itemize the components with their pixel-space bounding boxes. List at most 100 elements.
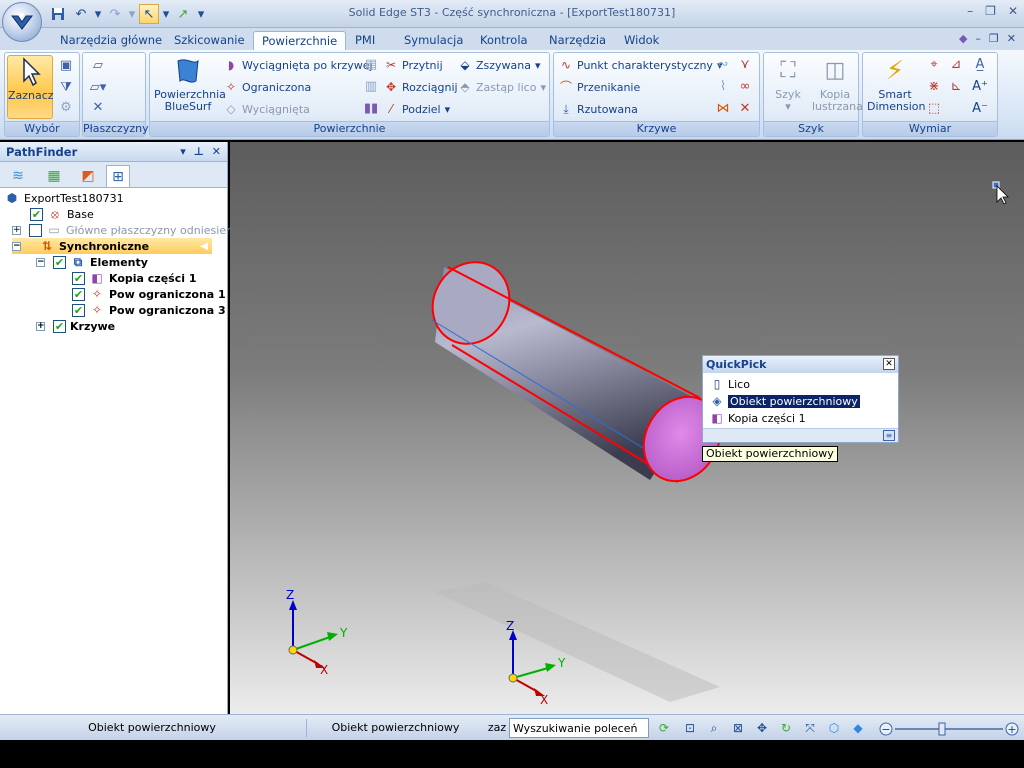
- rzutowana-button[interactable]: ⤓ Rzutowana: [559, 102, 638, 116]
- undo-icon[interactable]: ↶: [71, 4, 91, 24]
- select-options-icon[interactable]: ⚙: [57, 99, 75, 117]
- redo-dropdown-icon[interactable]: ▾: [128, 4, 136, 24]
- zoom-icon[interactable]: ⌕: [706, 720, 722, 736]
- view-orient-icon[interactable]: ⤧: [802, 720, 818, 736]
- tab-powierzchnie[interactable]: Powierzchnie: [253, 31, 347, 50]
- pan-icon[interactable]: ✥: [754, 720, 770, 736]
- tab-narzedzia-glowne[interactable]: Narzędzia główne: [52, 31, 170, 50]
- checkbox-icon[interactable]: ✔: [72, 271, 85, 285]
- tree-item-root[interactable]: ⬢ ExportTest180731: [4, 190, 124, 206]
- select-filter-icon[interactable]: ▣: [57, 57, 75, 75]
- surface-tool-icon[interactable]: ▤: [362, 56, 380, 74]
- refresh-icon[interactable]: ⟳: [656, 720, 672, 736]
- shading-icon[interactable]: ◆: [850, 720, 866, 736]
- tab-kontrola[interactable]: Kontrola: [472, 31, 536, 50]
- plane-icon[interactable]: ▱: [89, 57, 107, 75]
- ograniczona-button[interactable]: ✧ Ograniczona: [224, 80, 311, 94]
- quickpick-close-button[interactable]: ✕: [883, 358, 895, 370]
- tree-item-pow-ograniczona-1[interactable]: ✔ ✧ Pow ograniczona 1: [72, 286, 226, 302]
- close-button[interactable]: ✕: [1008, 4, 1018, 18]
- panel-menu-icon[interactable]: ▾: [180, 145, 186, 158]
- save-icon[interactable]: [48, 4, 68, 24]
- checkbox-icon[interactable]: [29, 223, 42, 237]
- checkbox-icon[interactable]: ✔: [30, 207, 43, 221]
- collapse-icon[interactable]: −: [12, 241, 21, 251]
- expand-icon[interactable]: +: [36, 321, 45, 331]
- text-tool-icon[interactable]: A̲: [971, 56, 989, 74]
- command-search-input[interactable]: [509, 718, 649, 738]
- tree-item-kopia[interactable]: ✔ ◧ Kopia części 1: [72, 270, 197, 286]
- curve-tool-2-icon[interactable]: ⋎: [736, 56, 754, 74]
- help-book-icon[interactable]: ◆: [959, 32, 967, 45]
- curve-tool-1-icon[interactable]: ∾: [714, 56, 732, 74]
- dimension-tool-4-icon[interactable]: ⊾: [947, 78, 965, 96]
- rotate-icon[interactable]: ↻: [778, 720, 794, 736]
- select-dropdown-icon[interactable]: ▾: [162, 4, 170, 24]
- curve-tool-4-icon[interactable]: ∞: [736, 78, 754, 96]
- minimize-button[interactable]: –: [967, 4, 973, 18]
- checkbox-icon[interactable]: ✔: [53, 255, 66, 269]
- undo-dropdown-icon[interactable]: ▾: [94, 4, 102, 24]
- curve-tool-6-icon[interactable]: ✕: [736, 100, 754, 118]
- quickpick-item-lico[interactable]: ▯ Lico: [709, 376, 750, 392]
- select-tool-icon[interactable]: ↖: [139, 4, 159, 24]
- tab-symulacja[interactable]: Symulacja: [396, 31, 471, 50]
- appearance-tab-icon[interactable]: ◩: [76, 165, 100, 187]
- zoom-area-icon[interactable]: ⊡: [682, 720, 698, 736]
- dimension-tool-1-icon[interactable]: ⌖: [925, 56, 943, 74]
- rozciagnij-button[interactable]: ✥ Rozciągnij: [384, 80, 458, 94]
- zoom-slider[interactable]: − +: [879, 721, 1019, 737]
- tree-tab-icon[interactable]: ⊞: [106, 165, 130, 187]
- quickpick-item-kopia[interactable]: ◧ Kopia części 1: [709, 410, 805, 426]
- kopia-lustrzana-button[interactable]: ◫ Kopia lustrzana: [812, 55, 863, 113]
- tree-item-synchroniczne[interactable]: − ⇅ Synchroniczne ◀: [12, 238, 212, 254]
- features-tab-icon[interactable]: ▦: [42, 165, 66, 187]
- tree-item-krzywe[interactable]: + ✔ Krzywe: [36, 318, 115, 334]
- dimension-tool-2-icon[interactable]: ⊿: [947, 56, 965, 74]
- text-size-increase-icon[interactable]: A⁺: [971, 78, 989, 96]
- plane-dropdown-icon[interactable]: ▱▾: [89, 79, 107, 97]
- zszywana-button[interactable]: ⬙ Zszywana ▾: [458, 58, 540, 72]
- layers-tab-icon[interactable]: ≋: [6, 165, 30, 187]
- customize-qat-icon[interactable]: ▾: [196, 4, 206, 24]
- wyciagnieta-po-krzywej-button[interactable]: ◗ Wyciągnięta po krzywej: [224, 58, 373, 72]
- curve-tool-5-icon[interactable]: ⋈: [714, 100, 732, 118]
- tree-item-pow-ograniczona-3[interactable]: ✔ ✧ Pow ograniczona 3: [72, 302, 226, 318]
- punkt-charakterystyczny-button[interactable]: ∿ Punkt charakterystyczny ▾: [559, 58, 723, 72]
- dimension-tool-3-icon[interactable]: ⋇: [925, 78, 943, 96]
- tree-item-elementy[interactable]: − ✔ ⧉ Elementy: [36, 254, 148, 270]
- dimension-tool-5-icon[interactable]: ⬚: [925, 100, 943, 118]
- tree-item-reference-planes[interactable]: + ▭ Główne płaszczyzny odniesienia: [12, 222, 243, 238]
- zaznacz-button[interactable]: Zaznacz: [7, 55, 54, 119]
- podziel-button[interactable]: ⁄ Podziel ▾: [384, 102, 450, 116]
- text-size-decrease-icon[interactable]: A⁻: [971, 100, 989, 118]
- funnel-filter-icon[interactable]: ⧩: [57, 79, 75, 97]
- surface-tool-2-icon[interactable]: ▥: [362, 78, 380, 96]
- graphics-viewport[interactable]: Z Y X Z Y X: [230, 142, 1024, 714]
- surface-tool-3-icon[interactable]: ▮▮: [362, 100, 380, 118]
- smart-dimension-button[interactable]: ⚡ Smart Dimension: [867, 55, 925, 113]
- view-cube-icon[interactable]: ⬡: [826, 720, 842, 736]
- quickpick-options-icon[interactable]: ≡: [883, 430, 895, 441]
- open-icon[interactable]: ↗: [173, 4, 193, 24]
- restore-button[interactable]: ❐: [985, 4, 996, 18]
- tab-widok[interactable]: Widok: [616, 31, 667, 50]
- curve-tool-3-icon[interactable]: ⌇: [714, 78, 732, 96]
- tab-pmi[interactable]: PMI: [347, 31, 383, 50]
- collapse-icon[interactable]: −: [36, 257, 45, 267]
- minimize-doc-icon[interactable]: –: [975, 32, 981, 45]
- tab-szkicowanie[interactable]: Szkicowanie: [166, 31, 253, 50]
- przenikanie-button[interactable]: ⌒ Przenikanie: [559, 80, 640, 94]
- szyk-button[interactable]: ⛶ Szyk ▾: [768, 55, 808, 113]
- tab-narzedzia[interactable]: Narzędzia: [541, 31, 614, 50]
- restore-doc-icon[interactable]: ❐: [989, 32, 999, 45]
- pin-icon[interactable]: ⊥: [194, 145, 204, 158]
- quickpick-item-obiekt[interactable]: ◈ Obiekt powierzchniowy: [709, 393, 860, 409]
- redo-icon[interactable]: ↷: [105, 4, 125, 24]
- panel-close-icon[interactable]: ✕: [212, 145, 221, 158]
- coordinate-system-icon[interactable]: ✕: [89, 99, 107, 117]
- checkbox-icon[interactable]: ✔: [72, 303, 85, 317]
- application-button[interactable]: [2, 2, 42, 42]
- close-doc-icon[interactable]: ✕: [1007, 32, 1016, 45]
- wyciagnieta-button[interactable]: ◇ Wyciągnięta: [224, 102, 310, 116]
